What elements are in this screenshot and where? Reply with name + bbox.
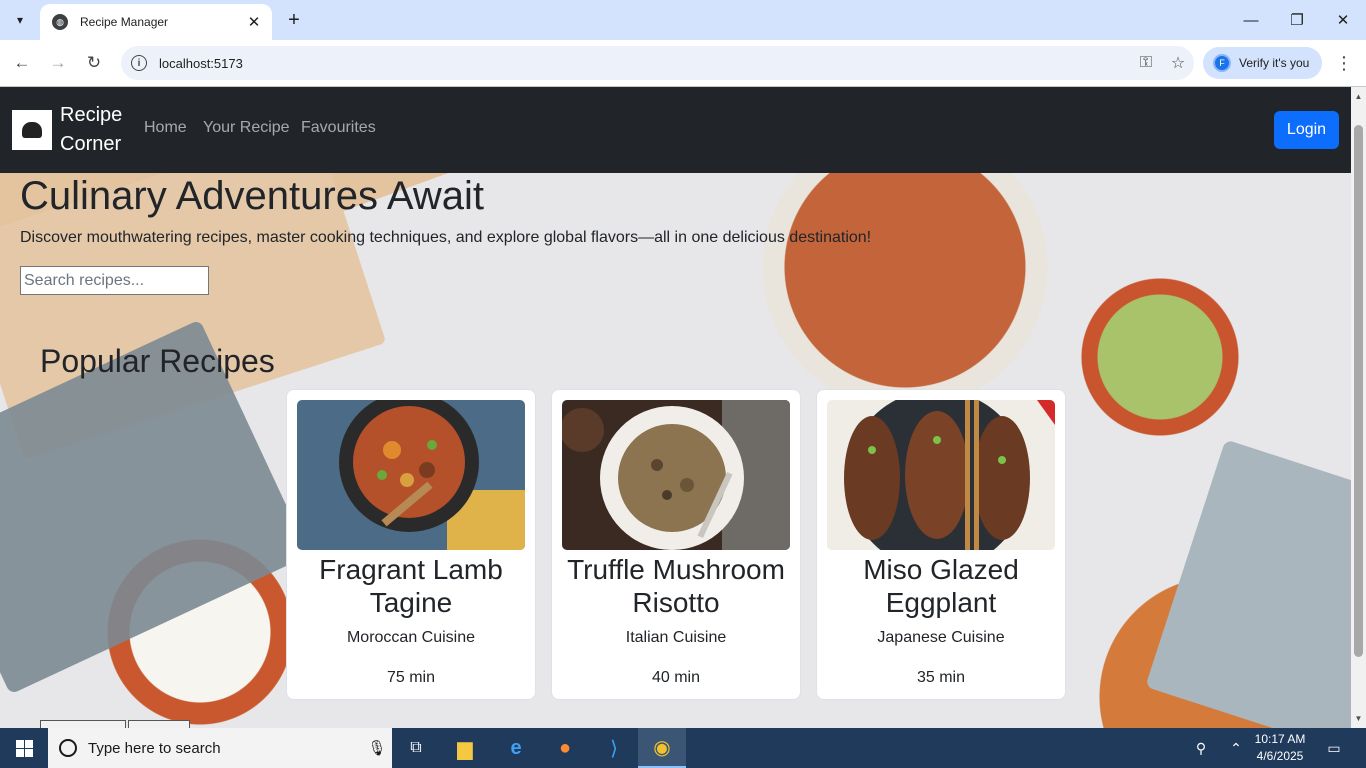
notification-center-icon[interactable]: ▭: [1318, 728, 1350, 768]
tray-chevron-up-icon[interactable]: ⌃: [1224, 728, 1248, 768]
brand-line-1: Recipe: [60, 104, 123, 126]
nav-link-your-recipe[interactable]: Your Recipe: [203, 119, 290, 137]
recipe-cuisine: Italian Cuisine: [625, 629, 727, 646]
partial-button-2[interactable]: [128, 720, 190, 728]
popular-recipes-heading: Popular Recipes: [40, 343, 275, 379]
partially-visible-buttons: [40, 720, 190, 728]
clock-date: 4/6/2025: [1256, 749, 1304, 763]
restore-icon[interactable]: ❐: [1274, 0, 1320, 40]
site-navbar: Recipe Corner Home Your Recipe Favourite…: [0, 87, 1351, 173]
reload-icon[interactable]: ↻: [79, 48, 109, 78]
hero-title: Culinary Adventures Await: [20, 174, 484, 218]
site-info-icon[interactable]: i: [131, 55, 147, 71]
recipe-title: Truffle Mushroom Risotto: [567, 554, 785, 618]
login-button[interactable]: Login: [1274, 111, 1339, 149]
globe-icon: ◍: [52, 14, 68, 30]
edge-browser-icon[interactable]: e: [492, 728, 540, 768]
address-bar[interactable]: i localhost:5173 ⚿ ☆: [121, 46, 1194, 80]
nav-link-home[interactable]: Home: [144, 119, 187, 137]
task-view-icon[interactable]: ⧉: [392, 728, 440, 768]
firefox-icon[interactable]: ●: [541, 728, 589, 768]
recipe-time: 35 min: [916, 669, 966, 686]
browser-menu-icon[interactable]: ⋮: [1330, 48, 1358, 78]
taskbar-search-box[interactable]: Type here to search 🎙: [48, 728, 392, 768]
windows-taskbar: Type here to search 🎙 ⧉ ▆ e ● ⟩ ◉ ⚲ ⌃ 10…: [0, 728, 1366, 768]
vscode-icon[interactable]: ⟩: [590, 728, 638, 768]
search-input[interactable]: [20, 266, 209, 295]
brand-name[interactable]: Recipe Corner: [60, 101, 130, 159]
taskbar-clock[interactable]: 10:17 AM 4/6/2025: [1248, 731, 1312, 765]
page-viewport: Recipe Corner Home Your Recipe Favourite…: [0, 87, 1351, 728]
page-scrollbar[interactable]: ▲ ▼: [1351, 87, 1366, 728]
verify-profile-button[interactable]: F Verify it's you: [1203, 47, 1322, 79]
scroll-up-arrow-icon[interactable]: ▲: [1351, 89, 1366, 104]
clock-time: 10:17 AM: [1254, 732, 1306, 746]
scroll-down-arrow-icon[interactable]: ▼: [1351, 711, 1366, 726]
profile-avatar: F: [1213, 54, 1231, 72]
recipe-image-miso-eggplant[interactable]: [827, 400, 1055, 550]
chef-hat-logo-icon[interactable]: [12, 110, 52, 150]
recipe-time: 75 min: [386, 669, 436, 686]
tab-search-chevron-icon[interactable]: ▾: [6, 6, 34, 34]
bookmark-star-icon[interactable]: ☆: [1162, 48, 1194, 78]
close-window-icon[interactable]: ✕: [1320, 0, 1366, 40]
recipe-card-mushroom-risotto[interactable]: Truffle Mushroom Risotto Italian Cuisine…: [551, 389, 801, 700]
nav-link-favourites[interactable]: Favourites: [301, 119, 376, 137]
close-tab-icon[interactable]: ✕: [244, 12, 264, 32]
people-icon[interactable]: ⚲: [1188, 728, 1214, 768]
brand-line-2: Corner: [60, 133, 122, 155]
minimize-icon[interactable]: —: [1228, 0, 1274, 40]
forward-arrow-icon[interactable]: →: [43, 48, 73, 78]
recipe-title: Fragrant Lamb Tagine: [319, 554, 503, 618]
new-tab-plus-icon[interactable]: +: [280, 6, 308, 34]
password-key-icon[interactable]: ⚿: [1130, 48, 1162, 78]
browser-tab-strip: ▾ ◍ Recipe Manager ✕ + — ❐ ✕: [0, 0, 1366, 40]
scroll-thumb[interactable]: [1354, 125, 1363, 657]
browser-toolbar: ← → ↻ i localhost:5173 ⚿ ☆ F Verify it's…: [0, 40, 1366, 87]
chrome-icon[interactable]: ◉: [638, 728, 686, 768]
recipe-cuisine: Japanese Cuisine: [877, 629, 1005, 646]
url-text[interactable]: localhost:5173: [159, 56, 1130, 71]
recipe-card-lamb-tagine[interactable]: Fragrant Lamb Tagine Moroccan Cuisine 75…: [286, 389, 536, 700]
recipe-image-lamb-tagine[interactable]: [297, 400, 525, 550]
recipe-cuisine: Moroccan Cuisine: [346, 629, 476, 646]
recipe-time: 40 min: [651, 669, 701, 686]
recipe-card-miso-eggplant[interactable]: Miso Glazed Eggplant Japanese Cuisine 35…: [816, 389, 1066, 700]
background-cloth-right: [1145, 439, 1351, 728]
file-explorer-icon[interactable]: ▆: [441, 728, 489, 768]
partial-button-1[interactable]: [40, 720, 126, 728]
windows-start-icon[interactable]: [0, 728, 48, 768]
hero-subtitle: Discover mouthwatering recipes, master c…: [20, 229, 872, 246]
back-arrow-icon[interactable]: ←: [7, 48, 37, 78]
cortana-circle-icon: [59, 739, 77, 757]
recipe-image-mushroom-risotto[interactable]: [562, 400, 790, 550]
tab-title: Recipe Manager: [80, 15, 169, 29]
verify-label: Verify it's you: [1239, 56, 1310, 70]
recipe-title: Miso Glazed Eggplant: [863, 554, 1019, 618]
browser-tab-active[interactable]: ◍ Recipe Manager ✕: [40, 4, 272, 40]
microphone-icon[interactable]: 🎙: [362, 739, 392, 757]
taskbar-search-placeholder: Type here to search: [88, 739, 221, 757]
